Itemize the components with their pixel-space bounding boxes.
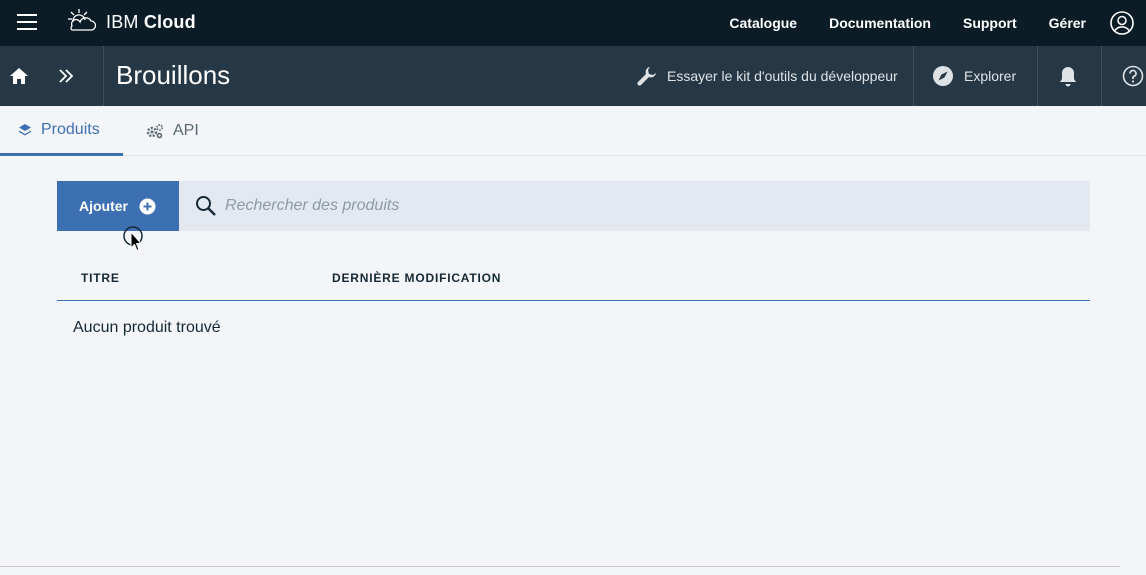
search-bar [179,181,1090,231]
user-avatar-icon[interactable] [1110,11,1134,35]
page-title: Brouillons [116,60,231,90]
search-input[interactable] [225,197,1065,215]
nav-link-gerer[interactable]: Gérer [1049,15,1086,31]
top-navigation-bar: IBM Cloud Catalogue Documentation Suppor… [0,0,1146,46]
ibm-cloud-logo[interactable]: IBM Cloud [66,8,196,36]
cloud-logo-icon [68,9,97,31]
nav-link-catalogue[interactable]: Catalogue [729,15,797,31]
add-product-button[interactable]: Ajouter [57,181,179,231]
page-header-bar: Brouillons Essayer le kit d'outils du dé… [0,46,1146,106]
double-chevron-right-icon [59,69,74,83]
divider [913,46,914,106]
table-header-divider [57,300,1090,301]
home-icon [10,68,28,84]
gears-icon [146,124,163,139]
tab-produits-label: Produits [41,120,100,138]
tab-api-label: API [173,122,199,139]
compass-icon [933,66,953,86]
tab-api[interactable]: API [146,106,199,156]
wrench-icon [637,67,656,86]
explore-label: Explorer [964,68,1017,84]
divider [1037,46,1038,106]
layers-icon [19,123,31,135]
developer-toolkit-link[interactable]: Essayer le kit d'outils du développeur [636,46,898,106]
developer-toolkit-label: Essayer le kit d'outils du développeur [667,68,898,84]
home-button[interactable] [0,46,38,106]
column-header-titre[interactable]: TITRE [81,271,120,285]
nav-link-support[interactable]: Support [963,15,1017,31]
divider [103,46,104,106]
hamburger-menu-icon[interactable] [17,14,37,31]
add-button-label: Ajouter [79,198,128,214]
help-icon[interactable] [1122,65,1144,87]
explore-link[interactable]: Explorer [932,46,1016,106]
top-nav-links: Catalogue Documentation Support Gérer [729,0,1146,46]
nav-link-documentation[interactable]: Documentation [829,15,931,31]
search-icon [196,196,216,216]
tab-bar: Produits API [0,106,1146,156]
mouse-cursor-icon [123,226,143,252]
tab-produits[interactable]: Produits [0,106,123,156]
column-header-derniere-modification[interactable]: DERNIÈRE MODIFICATION [332,271,501,285]
plus-circle-icon [139,198,156,214]
empty-table-message: Aucun produit trouvé [73,319,221,336]
expand-sidebar-button[interactable] [48,46,84,106]
brand-name: IBM Cloud [106,11,196,32]
divider [1101,46,1102,106]
browser-status-bar [0,566,1120,575]
notifications-bell-icon[interactable] [1058,65,1078,87]
